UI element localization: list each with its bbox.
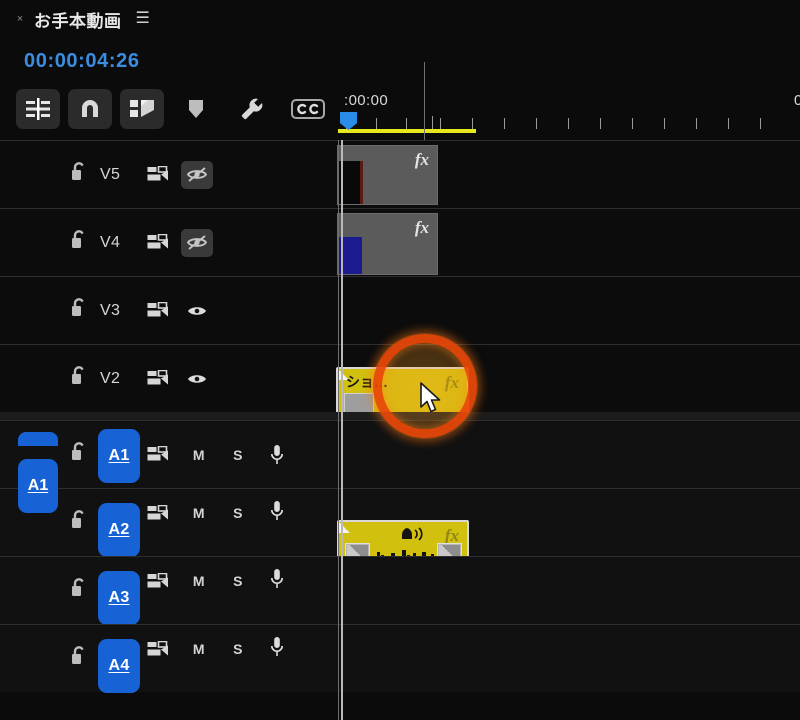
closed-captions-icon[interactable] [284, 89, 332, 129]
video-audio-divider [0, 412, 800, 420]
solo-button[interactable]: S [222, 567, 254, 595]
close-icon[interactable]: × [14, 13, 26, 25]
track-header-v5[interactable]: V5 [0, 141, 336, 208]
ruler-guide-line [424, 62, 425, 140]
track-patch-stub-upper [98, 432, 138, 446]
panel-header: × お手本動画 ☰ [0, 0, 800, 38]
target-track-icon[interactable] [142, 161, 174, 189]
track-label-a2[interactable]: A2 [98, 503, 140, 557]
mute-button[interactable]: M [183, 635, 215, 663]
playhead-line[interactable] [341, 140, 343, 720]
track-label-v2: V2 [100, 369, 121, 387]
source-patch-stub-upper [18, 432, 58, 446]
unlock-icon[interactable] [70, 365, 88, 392]
solo-button[interactable]: S [222, 441, 254, 469]
track-row-a4[interactable]: A4 M S [0, 624, 800, 693]
ruler-time-label: :00:00 [344, 92, 389, 109]
ruler-tick-marks [336, 116, 800, 130]
track-header-a3[interactable]: A3 M S [0, 557, 336, 625]
track-label-v3: V3 [100, 301, 121, 319]
mute-button[interactable]: M [183, 567, 215, 595]
microphone-icon[interactable] [261, 497, 293, 525]
source-audio-patch-a1[interactable]: A1 [18, 459, 58, 513]
track-label-v5: V5 [100, 165, 121, 183]
track-header-v4[interactable]: V4 [0, 209, 336, 276]
microphone-icon[interactable] [261, 633, 293, 661]
unlock-icon[interactable] [70, 297, 88, 324]
track-label-a3[interactable]: A3 [98, 571, 140, 625]
work-area-bar[interactable] [338, 129, 476, 133]
target-track-icon[interactable] [142, 635, 174, 663]
target-track-icon[interactable] [142, 499, 174, 527]
track-label-a4[interactable]: A4 [98, 639, 140, 693]
speaking-head-icon [399, 526, 425, 546]
eye-visible-icon[interactable] [181, 365, 213, 393]
unlock-icon[interactable] [70, 161, 88, 188]
target-track-icon[interactable] [142, 567, 174, 595]
ruler-time-label-secondary: 0 [794, 92, 800, 109]
target-track-icon[interactable] [142, 297, 174, 325]
unlock-icon[interactable] [70, 645, 88, 672]
playhead-line-shadow [338, 140, 339, 720]
track-header-a4[interactable]: A4 M S [0, 625, 336, 693]
marker-icon[interactable] [172, 89, 220, 129]
solo-button[interactable]: S [222, 499, 254, 527]
eye-visible-icon[interactable] [181, 297, 213, 325]
track-row-a3[interactable]: A3 M S [0, 556, 800, 625]
timeline-toolbar [16, 86, 340, 132]
wrench-settings-icon[interactable] [228, 89, 276, 129]
playhead-timecode[interactable]: 00:00:04:26 [24, 50, 140, 73]
eye-hidden-icon[interactable] [181, 228, 213, 257]
timeline-panel: × お手本動画 ☰ 00:00:04:26:00:00 0 V5 fx V4 … [0, 0, 800, 720]
sequence-tab-title[interactable]: お手本動画 [34, 7, 122, 32]
timeline-ruler[interactable]: :00:00 0 [336, 86, 800, 136]
track-header-v3[interactable]: V3 [0, 277, 336, 344]
target-track-icon[interactable] [142, 365, 174, 393]
mute-button[interactable]: M [183, 441, 215, 469]
track-row-v5[interactable]: V5 fx [0, 140, 800, 208]
target-track-icon[interactable] [142, 441, 174, 469]
track-row-a1[interactable]: A1 M S [0, 420, 800, 488]
nest-sequence-toggle-icon[interactable] [16, 89, 60, 129]
microphone-icon[interactable] [261, 441, 293, 469]
solo-button[interactable]: S [222, 635, 254, 663]
linked-selection-icon[interactable] [120, 89, 164, 129]
track-label-v4: V4 [100, 233, 121, 251]
fx-badge: fx [414, 150, 429, 169]
track-header-v2[interactable]: V2 [0, 345, 336, 412]
target-track-icon[interactable] [142, 229, 174, 257]
microphone-icon[interactable] [261, 565, 293, 593]
unlock-icon[interactable] [70, 441, 88, 468]
hamburger-menu-icon[interactable]: ☰ [136, 11, 150, 27]
fx-badge: fx [414, 218, 429, 237]
track-row-v3[interactable]: V3 [0, 276, 800, 344]
unlock-icon[interactable] [70, 509, 88, 536]
clip-v5[interactable]: fx [337, 145, 438, 205]
clip-title: ショ… [346, 374, 388, 390]
fx-badge: fx [444, 373, 459, 392]
timeline-tracks-area: V5 fx V4 fx V3 V2 ショ… fx A1 M S A2 M S f… [0, 140, 800, 720]
unlock-icon[interactable] [70, 577, 88, 604]
snap-magnet-icon[interactable] [68, 89, 112, 129]
track-row-v2[interactable]: V2 ショ… fx [0, 344, 800, 427]
track-row-v4[interactable]: V4 fx [0, 208, 800, 276]
mute-button[interactable]: M [183, 499, 215, 527]
unlock-icon[interactable] [70, 229, 88, 256]
clip-v4[interactable]: fx [337, 213, 438, 275]
track-row-a2[interactable]: A2 M S fx [0, 488, 800, 582]
eye-hidden-icon[interactable] [181, 160, 213, 189]
